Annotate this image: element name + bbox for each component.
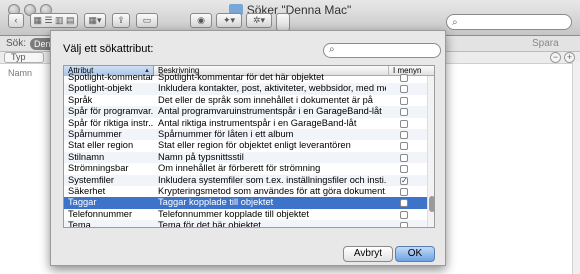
attribute-cell: Språk (68, 94, 93, 105)
table-row[interactable]: Säkerhet Krypteringsmetod som användes fö… (64, 186, 427, 197)
attribute-table: Attribut ▲ Beskrivning I menyn Spotlight… (63, 65, 435, 228)
table-row[interactable]: Spår för programvar... Antal programvarui… (64, 106, 427, 118)
in-menu-checkbox[interactable] (400, 74, 408, 82)
dropbox-button[interactable]: ✦▾ (216, 13, 242, 28)
attribute-cell: Spårnummer (68, 128, 122, 139)
table-row[interactable]: Språk Det eller de språk som innehållet i… (64, 95, 427, 106)
attribute-cell: Stilnamn (68, 151, 105, 162)
description-cell: Taggar kopplade till objektet (158, 197, 274, 208)
table-rows: Spotlight-kommentar Spotlight-kommentar f… (64, 72, 427, 228)
in-menu-checkbox[interactable] (400, 210, 408, 219)
attribute-cell: Strömningsbar (68, 163, 129, 174)
in-menu-checkbox[interactable] (400, 130, 408, 139)
results-scrollbar[interactable] (572, 62, 580, 274)
description-cell: Spotlight-kommentar för det här objektet (158, 72, 324, 82)
sheet-title: Välj ett sökattribut: (63, 43, 154, 55)
table-row[interactable]: Spotlight-objekt Inkludera kontakter, pos… (64, 83, 427, 95)
attribute-cell: Spotlight-objekt (68, 83, 133, 94)
tags-button[interactable]: ▭ (136, 13, 158, 28)
action-gear-icon[interactable]: ✲▾ (246, 13, 272, 28)
table-row[interactable]: Systemfiler Inkludera systemfiler som t.e… (64, 174, 427, 186)
cancel-button[interactable]: Avbryt (343, 246, 393, 262)
table-row[interactable]: Tema Tema för det här objektet (64, 220, 427, 228)
in-menu-checkbox[interactable]: ✓ (400, 176, 408, 185)
attribute-cell: Tema (68, 220, 91, 228)
type-popup[interactable]: Typ (4, 52, 44, 63)
arrange-button[interactable]: ▦▾ (84, 13, 106, 28)
back-forward-button[interactable]: ‹ (8, 13, 24, 28)
description-cell: Tema för det här objektet (158, 220, 261, 228)
view-mode-buttons[interactable]: ▦ ☰ ▥ ▤ (30, 13, 78, 28)
in-menu-checkbox[interactable] (400, 142, 408, 151)
description-cell: Namn på typsnittsstil (158, 151, 244, 162)
search-icon: ⌕ (329, 44, 335, 55)
table-row[interactable]: Spårnummer Spårnummer för låten i ett alb… (64, 128, 427, 141)
remove-criteria-button[interactable]: − (550, 52, 561, 63)
in-menu-checkbox[interactable] (400, 222, 408, 227)
document-icon[interactable] (276, 13, 290, 31)
table-row[interactable]: Stilnamn Namn på typsnittsstil (64, 151, 427, 164)
attribute-cell: Spotlight-kommentar (68, 72, 154, 82)
in-menu-checkbox[interactable] (400, 153, 408, 162)
attribute-cell: Säkerhet (68, 185, 106, 196)
description-cell: Spårnummer för låten i ett album (158, 128, 294, 139)
description-cell: Antal riktiga instrumentspår i en Garage… (158, 117, 357, 128)
description-cell: Antal programvaruinstrumentspår i en Gar… (158, 106, 382, 117)
finder-search-field[interactable]: ⌕ (446, 14, 572, 30)
description-cell: Krypteringsmetod som användes för att gö… (158, 185, 386, 196)
table-row[interactable]: Strömningsbar Om innehållet är förberett … (64, 163, 427, 174)
share-button[interactable]: ⇪ (112, 13, 130, 28)
attribute-cell: Telefonnummer (68, 208, 133, 219)
quicklook-eye-icon[interactable]: ◉ (190, 13, 212, 28)
description-cell: Om innehållet är förberett för strömning (158, 163, 321, 174)
in-menu-checkbox[interactable] (400, 85, 408, 94)
scrollbar-thumb[interactable] (429, 196, 434, 212)
ok-button[interactable]: OK (395, 246, 435, 262)
description-cell: Inkludera systemfiler som t.ex. inställn… (158, 174, 386, 185)
table-row[interactable]: Telefonnummer Telefonnummer kopplade till… (64, 209, 427, 220)
in-menu-checkbox[interactable] (400, 187, 408, 196)
attribute-cell: Spår för riktiga instr... (68, 117, 154, 128)
attribute-cell: Stat eller region (68, 140, 134, 151)
in-menu-checkbox[interactable] (400, 108, 408, 117)
attribute-cell: Taggar (68, 197, 97, 208)
table-row[interactable]: Spår för riktiga instr... Antal riktiga i… (64, 118, 427, 129)
description-cell: Telefonnummer kopplade till objektet (158, 208, 309, 219)
in-menu-checkbox[interactable] (400, 96, 408, 105)
search-label: Sök: (6, 38, 27, 49)
table-row[interactable]: Taggar Taggar kopplade till objektet (64, 197, 427, 209)
in-menu-checkbox[interactable] (400, 165, 408, 174)
in-menu-checkbox[interactable] (400, 119, 408, 128)
description-cell: Inkludera kontakter, post, aktiviteter, … (158, 83, 386, 94)
description-cell: Det eller de språk som innehållet i doku… (158, 94, 373, 105)
save-search-button[interactable]: Spara (532, 38, 559, 49)
attribute-picker-sheet: Välj ett sökattribut: ⌕ Attribut ▲ Beskr… (50, 30, 446, 266)
table-row[interactable]: Stat eller region Stat eller region för o… (64, 140, 427, 151)
table-scrollbar[interactable] (427, 76, 434, 227)
name-column-header[interactable]: Namn (8, 68, 32, 78)
attribute-cell: Spår för programvar... (68, 106, 154, 117)
description-cell: Stat eller region för objektet enligt le… (158, 140, 351, 151)
in-menu-checkbox[interactable] (400, 199, 408, 208)
attribute-search-field[interactable]: ⌕ (323, 43, 441, 58)
attribute-cell: Systemfiler (68, 174, 114, 185)
table-row[interactable]: Spotlight-kommentar Spotlight-kommentar f… (64, 72, 427, 83)
search-icon: ⌕ (452, 17, 458, 28)
